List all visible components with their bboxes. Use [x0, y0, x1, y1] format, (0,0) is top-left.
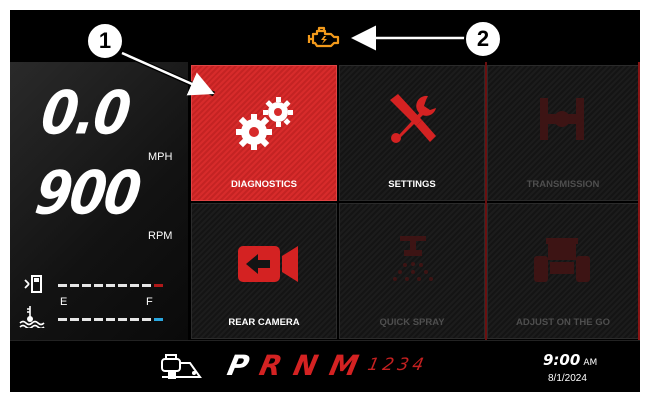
callout-2: 2 — [464, 20, 502, 58]
callout-arrows — [120, 25, 466, 97]
callout-1: 1 — [86, 22, 124, 60]
